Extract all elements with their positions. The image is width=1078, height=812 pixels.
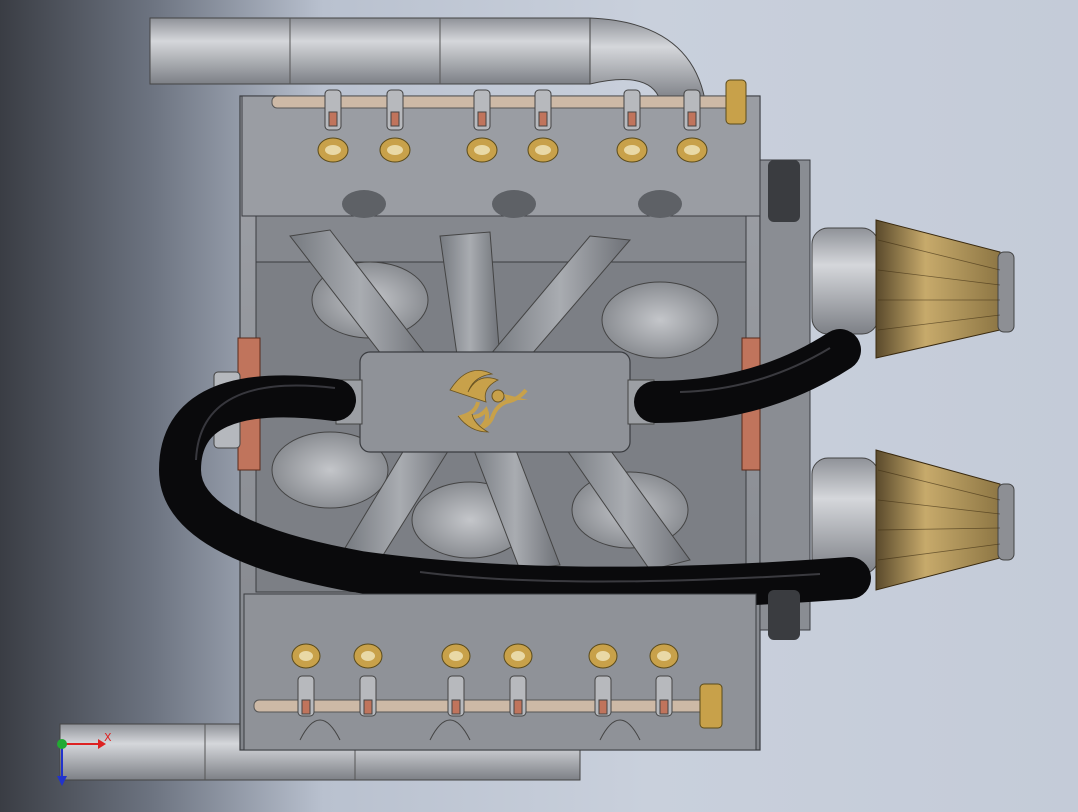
- engine-model[interactable]: [0, 0, 1078, 808]
- x-axis-label: X: [104, 731, 112, 744]
- y-axis-icon: [57, 739, 67, 749]
- brass-fitting-bottom: [699, 683, 723, 729]
- brass-fitting-top: [725, 79, 747, 125]
- timing-pulley-top: [768, 160, 800, 222]
- cad-viewport[interactable]: X: [0, 0, 1078, 808]
- intake-plenum[interactable]: [335, 351, 655, 453]
- coordinate-triad: X: [48, 728, 118, 798]
- exhaust-pipe-top[interactable]: [149, 17, 706, 101]
- cylinder-head-bottom[interactable]: [243, 593, 757, 751]
- timing-pulley-bottom: [768, 590, 800, 640]
